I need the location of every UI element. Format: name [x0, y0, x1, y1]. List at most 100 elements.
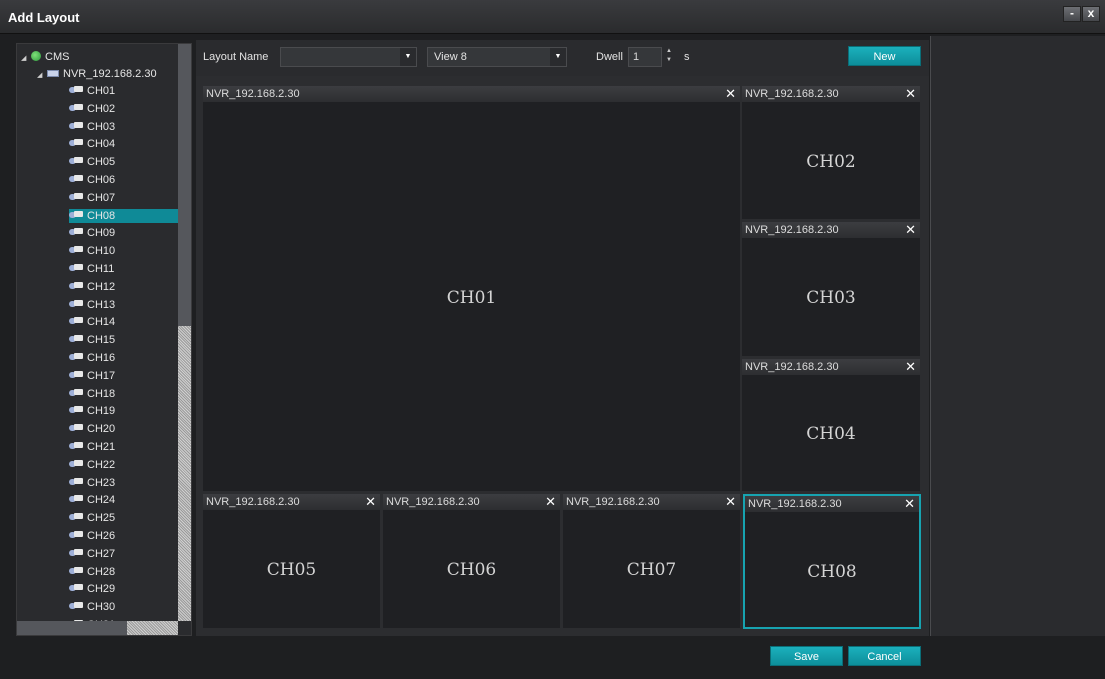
tree-item-channel[interactable]: CH17 [69, 369, 178, 383]
camera-icon [69, 281, 85, 291]
tree-item-channel[interactable]: CH23 [69, 476, 178, 490]
minimize-button[interactable]: - [1063, 6, 1081, 22]
save-button[interactable]: Save [770, 646, 843, 666]
camera-icon [69, 227, 85, 237]
video-tile[interactable]: NVR_192.168.2.30 ✕ CH07 [562, 493, 741, 629]
tree-item-channel[interactable]: CH07 [69, 191, 178, 205]
video-tile[interactable]: NVR_192.168.2.30 ✕ CH01 [202, 85, 741, 492]
camera-icon [69, 423, 85, 433]
camera-icon [69, 192, 85, 202]
expand-arrow-icon[interactable]: ◢ [37, 69, 47, 83]
tree-item-channel[interactable]: CH09 [69, 226, 178, 240]
tile-device-name: NVR_192.168.2.30 [745, 361, 839, 373]
right-panel [930, 36, 1105, 636]
video-tile[interactable]: NVR_192.168.2.30 ✕ CH05 [202, 493, 381, 629]
tree-item-channel[interactable]: CH10 [69, 244, 178, 258]
tree-node-cms[interactable]: ◢ CMS [21, 50, 69, 64]
tile-device-name: NVR_192.168.2.30 [386, 496, 480, 508]
camera-icon [69, 512, 85, 522]
camera-icon [69, 477, 85, 487]
tree-item-channel[interactable]: CH01 [69, 84, 178, 98]
tree-item-label: CH17 [87, 369, 116, 382]
tree-item-channel[interactable]: CH15 [69, 333, 178, 347]
layout-name-combo[interactable]: ▼ [280, 47, 417, 67]
tree-item-channel[interactable]: CH04 [69, 137, 178, 151]
video-tile[interactable]: NVR_192.168.2.30 ✕ CH08 [743, 494, 921, 629]
tree-item-channel[interactable]: CH22 [69, 458, 178, 472]
tree-item-channel[interactable]: CH27 [69, 547, 178, 561]
dropdown-arrow-icon[interactable]: ▼ [400, 48, 416, 66]
close-tile-icon[interactable]: ✕ [905, 359, 916, 375]
camera-icon [69, 441, 85, 451]
tree-item-label: CH23 [87, 476, 116, 489]
tree-item-label: CH24 [87, 494, 116, 507]
video-tile[interactable]: NVR_192.168.2.30 ✕ CH04 [741, 358, 921, 492]
tree-item-channel[interactable]: CH08 [69, 208, 178, 223]
tree-item-channel[interactable]: CH12 [69, 280, 178, 294]
close-tile-icon[interactable]: ✕ [725, 494, 736, 510]
tree-item-label: CH20 [87, 423, 116, 436]
close-tile-icon[interactable]: ✕ [905, 222, 916, 238]
tree-item-channel[interactable]: CH14 [69, 315, 178, 329]
expand-arrow-icon[interactable]: ◢ [21, 52, 31, 66]
tree-item-channel[interactable]: CH13 [69, 298, 178, 312]
tree-item-channel[interactable]: CH29 [69, 582, 178, 596]
tree-item-channel[interactable]: CH30 [69, 600, 178, 614]
cancel-button[interactable]: Cancel [848, 646, 921, 666]
camera-icon [69, 103, 85, 113]
tree-item-channel[interactable]: CH26 [69, 529, 178, 543]
camera-icon [69, 85, 85, 95]
dwell-spinner[interactable]: ▲ ▼ [662, 47, 676, 67]
close-tile-icon[interactable]: ✕ [545, 494, 556, 510]
tree-item-channel[interactable]: CH25 [69, 511, 178, 525]
view-select[interactable]: View 8 ▼ [427, 47, 567, 67]
tile-device-name: NVR_192.168.2.30 [748, 498, 842, 510]
tree-item-channel[interactable]: CH28 [69, 565, 178, 579]
dwell-input[interactable]: 1 [628, 47, 662, 67]
tree-scroll-track[interactable] [178, 326, 191, 621]
close-tile-icon[interactable]: ✕ [365, 494, 376, 510]
tree-item-channel[interactable]: CH24 [69, 493, 178, 507]
tile-device-name: NVR_192.168.2.30 [206, 496, 300, 508]
tile-channel-label: CH06 [446, 560, 497, 580]
camera-icon [69, 299, 85, 309]
close-tile-icon[interactable]: ✕ [905, 86, 916, 102]
close-button[interactable]: x [1082, 6, 1100, 22]
tree-item-channel[interactable]: CH03 [69, 120, 178, 134]
close-tile-icon[interactable]: ✕ [904, 496, 915, 512]
tree-item-label: CH10 [87, 245, 116, 258]
tree-item-label: CH26 [87, 530, 116, 542]
tree-item-label: CH29 [87, 583, 116, 596]
video-tile[interactable]: NVR_192.168.2.30 ✕ CH03 [741, 221, 921, 357]
camera-icon [69, 334, 85, 344]
tree-item-label: CH05 [87, 156, 116, 169]
tree-item-channel[interactable]: CH20 [69, 422, 178, 436]
video-tile[interactable]: NVR_192.168.2.30 ✕ CH02 [741, 85, 921, 220]
tree-item-label: CH04 [87, 138, 116, 151]
tree-item-channel[interactable]: CH11 [69, 262, 178, 276]
tree-item-channel[interactable]: CH19 [69, 404, 178, 418]
dropdown-arrow-icon[interactable]: ▼ [550, 48, 566, 66]
tree-item-label: CH06 [87, 174, 116, 186]
close-tile-icon[interactable]: ✕ [725, 86, 736, 102]
tree-item-channel[interactable]: CH02 [69, 102, 178, 116]
tree-scroll-thumb[interactable] [178, 44, 191, 326]
tree-item-channel[interactable]: CH21 [69, 440, 178, 454]
camera-icon [69, 210, 85, 220]
tree-item-channel[interactable]: CH16 [69, 351, 178, 365]
tile-channel-label: CH08 [807, 561, 857, 582]
tree-item-channel[interactable]: CH05 [69, 155, 178, 169]
tile-header: NVR_192.168.2.30 ✕ [742, 222, 920, 238]
layout-name-label: Layout Name [203, 51, 269, 63]
tree-item-label: CH13 [87, 298, 116, 311]
tree-item-label: CH30 [87, 601, 116, 614]
new-button[interactable]: New [848, 46, 921, 66]
tree-item-label: CH28 [87, 565, 116, 578]
tree-item-channel[interactable]: CH06 [69, 173, 178, 187]
camera-icon [69, 174, 85, 184]
tree-hscroll-track[interactable] [127, 621, 178, 635]
camera-icon [69, 121, 85, 131]
tree-node-nvr[interactable]: ◢ NVR_192.168.2.30 [37, 67, 157, 81]
tree-item-channel[interactable]: CH18 [69, 387, 178, 401]
video-tile[interactable]: NVR_192.168.2.30 ✕ CH06 [382, 493, 561, 629]
